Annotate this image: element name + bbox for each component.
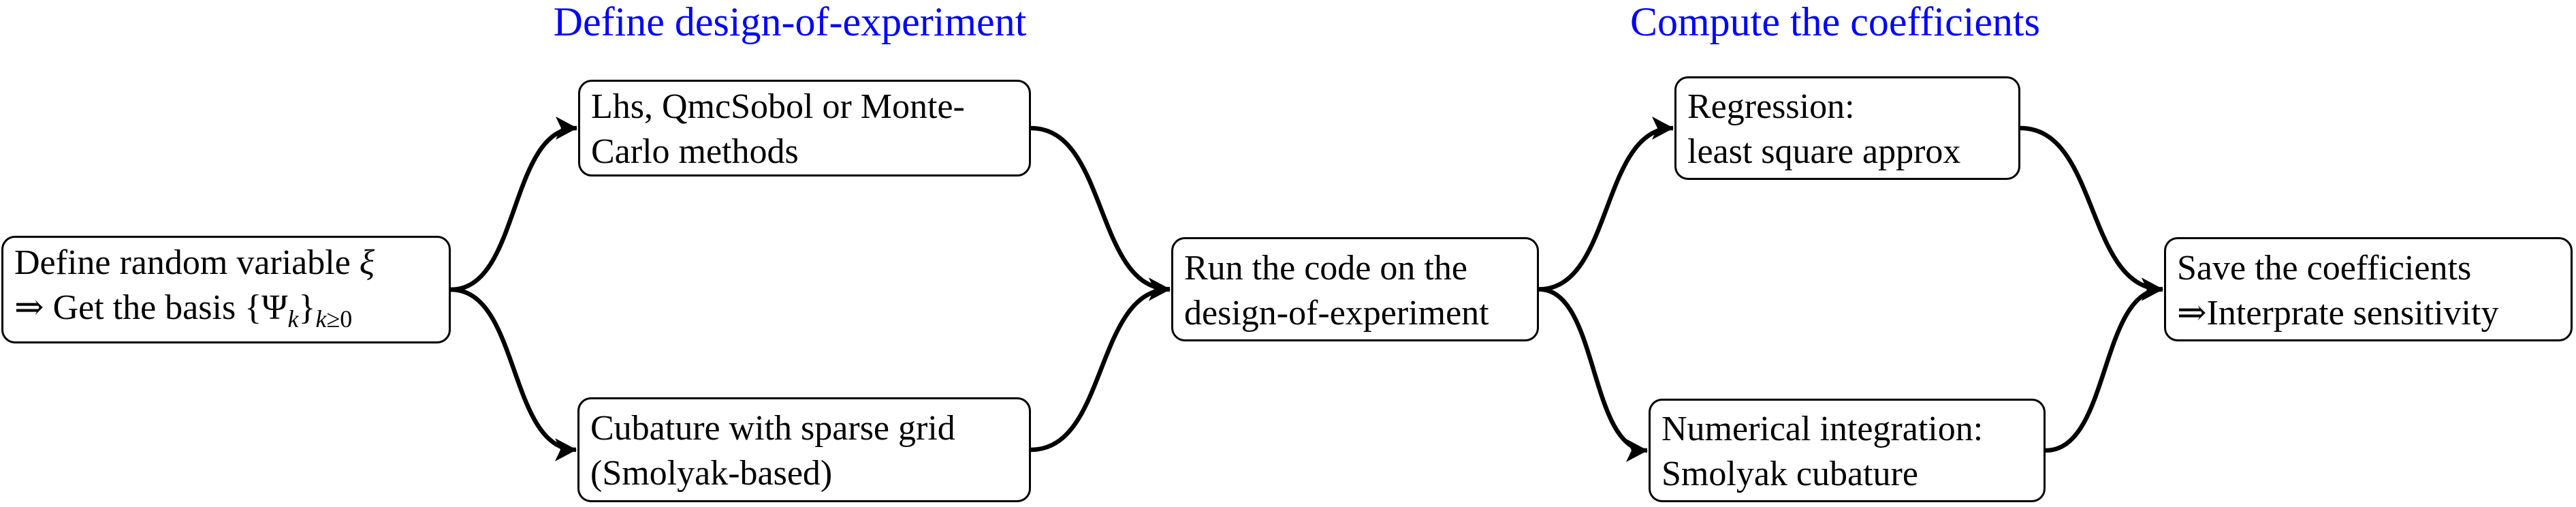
- basis-index: k: [287, 305, 299, 333]
- node-text: Define random variable: [14, 243, 360, 282]
- edge-cubature_grid-to-run_code: [1030, 277, 1171, 452]
- edge-run_code-to-regression: [1538, 117, 1674, 292]
- basis-subscript: k≥0: [315, 305, 352, 333]
- node-line: Define random variable ξ: [14, 241, 436, 286]
- subscript-relation: ≥0: [326, 305, 353, 333]
- edge-run_code-to-numerical_integration: [1538, 287, 1648, 462]
- node-define-random-variable: Define random variable ξ ⇒ Get the basis…: [1, 236, 451, 343]
- edge-regression-to-save_coefficients: [2020, 125, 2163, 301]
- section-title-design-of-experiment: Define design-of-experiment: [553, 0, 1027, 44]
- node-line: design-of-experiment: [1184, 293, 1489, 333]
- implies-arrow-icon: ⇒: [14, 288, 44, 327]
- node-text: Get the basis: [44, 288, 245, 327]
- edge-lhs-to-run_code: [1030, 125, 1171, 301]
- flowchart: Define design-of-experiment Compute the …: [0, 0, 2576, 507]
- edge-random_variable-to-lhs: [450, 117, 577, 292]
- node-regression: Regression: least square approx: [1674, 76, 2020, 180]
- node-line: Lhs, QmcSobol or Monte-: [591, 87, 965, 126]
- node-line: ⇒ Get the basis {Ψk}k≥0: [14, 286, 436, 341]
- node-line: ⇒Interprate sensitivity: [2177, 293, 2499, 333]
- node-line: (Smolyak-based): [590, 454, 833, 493]
- edge-random_variable-to-cubature_grid: [450, 287, 577, 461]
- section-title-compute-coefficients: Compute the coefficients: [1629, 0, 2041, 44]
- basis-set-close: }: [298, 288, 316, 327]
- edge-numerical_integration-to-save_coefficients: [2045, 277, 2163, 453]
- subscript-variable: k: [315, 305, 327, 333]
- node-cubature-sparse-grid: Cubature with sparse grid (Smolyak-based…: [577, 397, 1031, 502]
- node-line: Regression:: [1687, 87, 1855, 126]
- node-run-code: Run the code on the design-of-experiment: [1171, 237, 1539, 341]
- node-lhs-qmcsobol-montecarlo: Lhs, QmcSobol or Monte- Carlo methods: [578, 80, 1031, 176]
- node-save-coefficients: Save the coefficients ⇒Interprate sensit…: [2164, 237, 2573, 341]
- xi-symbol: ξ: [359, 243, 375, 282]
- node-line: Numerical integration:: [1661, 410, 1984, 448]
- node-line: Cubature with sparse grid: [590, 409, 955, 448]
- node-line: Save the coefficients: [2177, 248, 2472, 288]
- basis-set-open: {Ψ: [244, 288, 288, 327]
- node-line: Carlo methods: [591, 132, 799, 171]
- node-numerical-integration: Numerical integration: Smolyak cubature: [1649, 399, 2046, 502]
- node-line: Smolyak cubature: [1661, 455, 1918, 493]
- node-line: Run the code on the: [1184, 248, 1467, 288]
- node-line: least square approx: [1687, 132, 1961, 171]
